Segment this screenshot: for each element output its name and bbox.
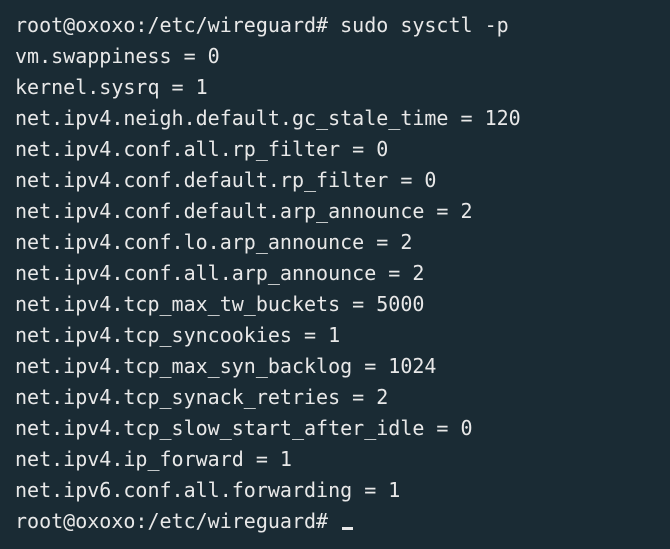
terminal-line: net.ipv4.conf.all.rp_filter = 0 [15,134,655,165]
terminal-line: net.ipv4.tcp_max_tw_buckets = 5000 [15,289,655,320]
terminal-line: net.ipv4.tcp_synack_retries = 2 [15,382,655,413]
terminal-line: net.ipv4.neigh.default.gc_stale_time = 1… [15,103,655,134]
terminal-line: net.ipv6.conf.all.forwarding = 1 [15,475,655,506]
terminal-line: net.ipv4.tcp_slow_start_after_idle = 0 [15,413,655,444]
terminal-line: kernel.sysrq = 1 [15,72,655,103]
terminal-line: net.ipv4.conf.all.arp_announce = 2 [15,258,655,289]
terminal-line: net.ipv4.conf.default.rp_filter = 0 [15,165,655,196]
terminal-prompt-line: root@oxoxo:/etc/wireguard# [15,506,655,537]
terminal-line: net.ipv4.conf.lo.arp_announce = 2 [15,227,655,258]
cursor-icon [342,527,353,530]
terminal-line: net.ipv4.tcp_max_syn_backlog = 1024 [15,351,655,382]
terminal-prompt: root@oxoxo:/etc/wireguard# [15,509,340,533]
terminal-line: net.ipv4.ip_forward = 1 [15,444,655,475]
terminal-line: net.ipv4.conf.default.arp_announce = 2 [15,196,655,227]
terminal-line: net.ipv4.tcp_syncookies = 1 [15,320,655,351]
terminal-line: root@oxoxo:/etc/wireguard# sudo sysctl -… [15,10,655,41]
terminal-output[interactable]: root@oxoxo:/etc/wireguard# sudo sysctl -… [15,10,655,537]
terminal-line: vm.swappiness = 0 [15,41,655,72]
